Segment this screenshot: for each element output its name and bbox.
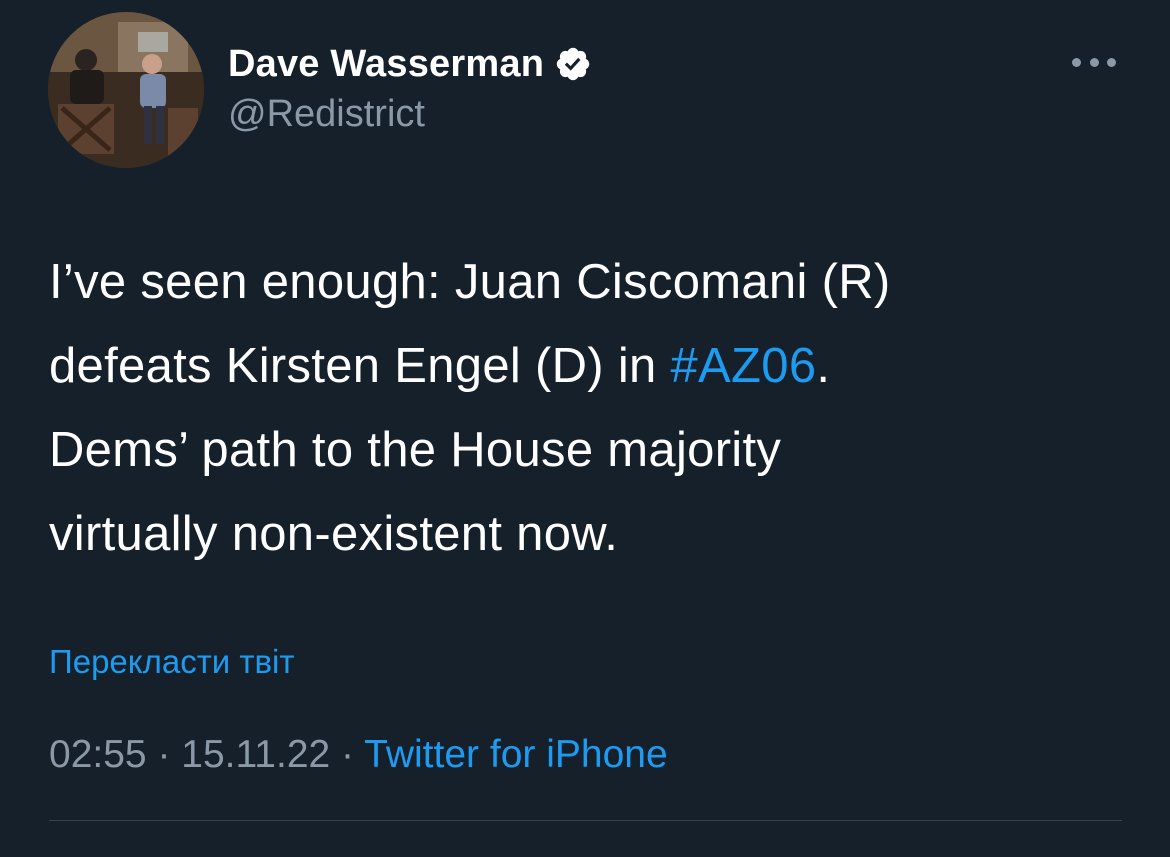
more-dot [1107, 57, 1116, 67]
author-display-name[interactable]: Dave Wasserman [228, 43, 544, 86]
avatar-photo [48, 12, 204, 168]
tweet-text-segment: . [816, 339, 831, 393]
tweet-line: defeats Kirsten Engel (D) in #AZ06. [49, 324, 1129, 408]
tweet-line: virtually non-existent now. [49, 507, 619, 561]
tweet-date[interactable]: 15.11.22 [181, 733, 330, 776]
tweet-text-segment: defeats Kirsten Engel (D) in [49, 339, 671, 393]
more-options-icon[interactable] [1072, 50, 1116, 74]
more-dot [1072, 57, 1081, 67]
tweet-metadata: 02:55 · 15.11.22 · Twitter for iPhone [49, 733, 668, 777]
tweet-source-link[interactable]: Twitter for iPhone [364, 733, 667, 776]
verified-badge-icon [554, 45, 592, 83]
meta-separator: · [330, 733, 365, 776]
more-dot [1089, 57, 1099, 67]
translate-tweet-link[interactable]: Перекласти твіт [49, 643, 295, 681]
meta-separator: · [146, 733, 182, 776]
tweet-line: Dems’ path to the House majority [49, 423, 782, 477]
tweet-detail: Dave Wasserman @Redistrict I’ve seen eno… [0, 0, 1170, 857]
hashtag-link[interactable]: #AZ06 [671, 339, 817, 393]
tweet-line: I’ve seen enough: Juan Ciscomani (R) [49, 255, 891, 309]
author-name-row[interactable]: Dave Wasserman [228, 40, 592, 88]
author-handle[interactable]: @Redistrict [228, 93, 425, 136]
tweet-text: I’ve seen enough: Juan Ciscomani (R) def… [49, 240, 1129, 576]
tweet-time[interactable]: 02:55 [49, 733, 147, 776]
divider [49, 820, 1122, 821]
avatar[interactable] [48, 12, 204, 168]
